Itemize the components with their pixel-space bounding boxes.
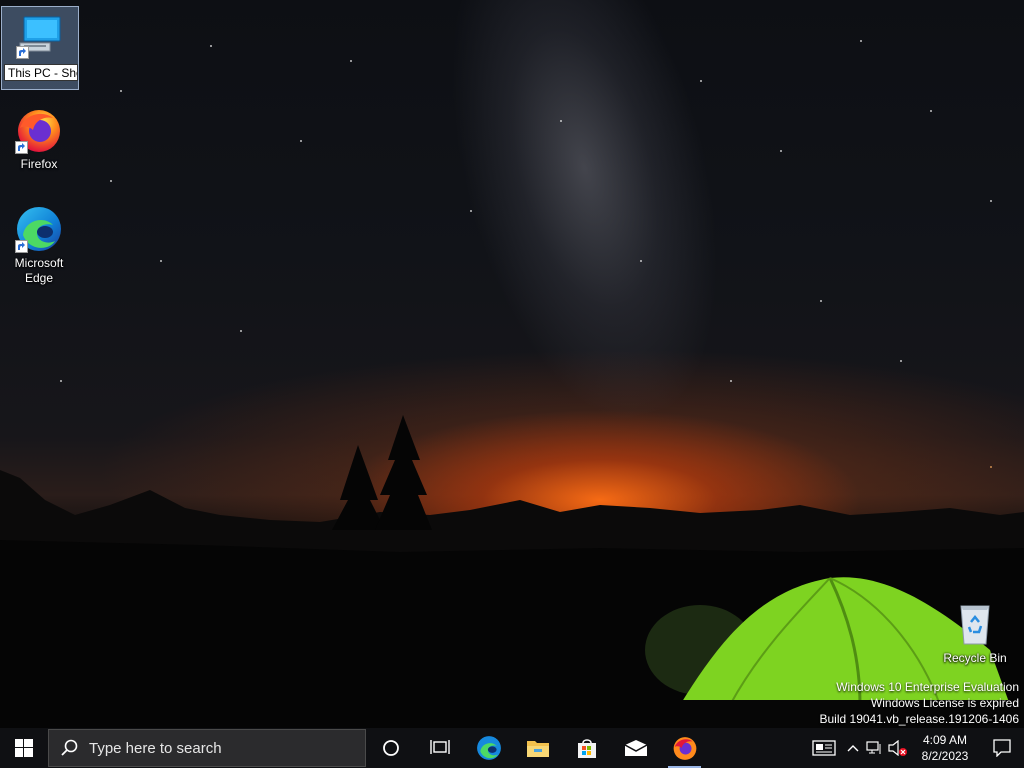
news-icon	[812, 740, 836, 756]
watermark-edition: Windows 10 Enterprise Evaluation	[836, 680, 1019, 694]
network-wired-icon	[866, 741, 881, 754]
edge-icon	[15, 205, 63, 253]
clock-date: 8/2/2023	[921, 749, 969, 763]
desktop-wallpaper	[0, 0, 1024, 728]
news-widget-button[interactable]	[806, 728, 842, 768]
desktop-icon-label: Recycle Bin	[943, 651, 1007, 665]
task-view-icon	[429, 740, 450, 754]
recycle-bin-icon	[951, 600, 999, 648]
mountain-silhouette	[0, 415, 1024, 728]
system-tray: 4:09 AM 8/2/2023	[806, 728, 1024, 768]
taskbar-mail[interactable]	[611, 728, 660, 768]
cortana-button[interactable]	[366, 728, 415, 768]
chevron-up-icon	[847, 745, 859, 752]
mail-icon	[624, 740, 647, 756]
cortana-circle-icon	[382, 740, 399, 756]
shortcut-arrow-icon	[15, 141, 28, 154]
taskbar-search-box[interactable]: Type here to search	[48, 729, 366, 767]
clock-button[interactable]: 4:09 AM 8/2/2023	[910, 728, 980, 768]
watermark-build: Build 19041.vb_release.191206-1406	[819, 712, 1020, 726]
rename-text-field[interactable]: This PC - Sho	[4, 64, 78, 81]
firefox-icon	[15, 106, 63, 154]
taskbar-firefox[interactable]	[660, 728, 709, 768]
watermark-license: Windows License is expired	[870, 696, 1019, 710]
start-button[interactable]	[0, 728, 48, 768]
windows-activation-watermark: Windows 10 Enterprise Evaluation Windows…	[820, 679, 1020, 727]
folder-icon	[526, 741, 549, 757]
desktop-icon-edge[interactable]: Microsoft Edge	[1, 205, 77, 286]
action-center-icon	[993, 739, 1011, 757]
desktop-icon-recycle-bin[interactable]: Recycle Bin	[937, 600, 1013, 666]
desktop-icon-label: Microsoft Edge	[14, 256, 64, 285]
notifications-button[interactable]	[980, 728, 1024, 768]
shortcut-arrow-icon	[15, 240, 28, 253]
desktop-icon-firefox[interactable]: Firefox	[1, 106, 77, 172]
desktop-icon-label: Firefox	[20, 157, 58, 171]
taskbar: Type here to search 4:09 AM 8/2/2023	[0, 728, 1024, 768]
taskbar-store[interactable]	[562, 728, 611, 768]
taskbar-edge[interactable]	[464, 728, 513, 768]
volume-muted-icon	[888, 740, 907, 756]
store-bag-icon	[577, 739, 596, 758]
volume-button[interactable]	[886, 728, 910, 768]
desktop-icon-this-pc[interactable]: This PC - Sho	[1, 6, 79, 90]
firefox-icon	[673, 737, 696, 760]
show-hidden-icons-button[interactable]	[842, 728, 864, 768]
edge-icon	[476, 736, 501, 760]
computer-icon	[16, 11, 64, 59]
shortcut-arrow-icon	[16, 46, 29, 59]
taskbar-file-explorer[interactable]	[513, 728, 562, 768]
search-icon	[49, 739, 89, 757]
clock-time: 4:09 AM	[922, 733, 968, 747]
windows-logo-icon	[15, 739, 33, 757]
network-button[interactable]	[864, 728, 886, 768]
task-view-button[interactable]	[415, 728, 464, 768]
search-placeholder: Type here to search	[89, 739, 222, 757]
